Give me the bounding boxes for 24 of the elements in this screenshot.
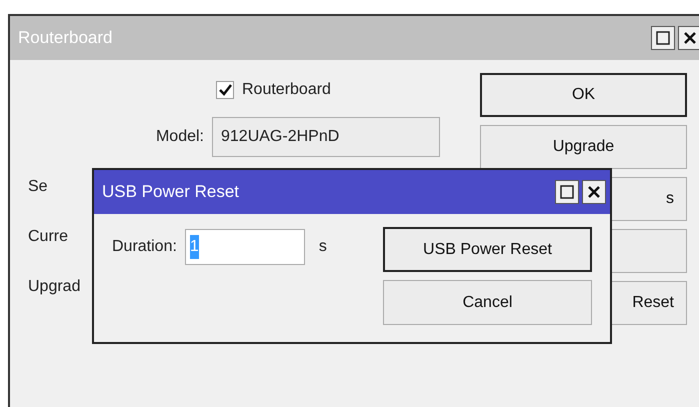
duration-label: Duration:	[112, 237, 177, 257]
close-icon	[684, 32, 696, 44]
dialog-button[interactable]: Upgrade	[480, 125, 687, 169]
window-title: Routerboard	[18, 27, 113, 50]
checkbox-label: Routerboard	[242, 80, 331, 100]
field-label: Se	[28, 177, 48, 197]
close-button[interactable]	[678, 26, 699, 50]
field-label: Model:	[154, 127, 205, 147]
check-icon	[218, 84, 232, 96]
maximize-icon	[560, 185, 574, 199]
checkbox[interactable]	[216, 81, 234, 99]
window-title: USB Power Reset	[102, 181, 239, 204]
close-icon	[588, 186, 600, 198]
maximize-button[interactable]	[555, 180, 579, 204]
maximize-icon	[656, 31, 670, 45]
field-label: Curre	[28, 227, 68, 247]
dialog-button[interactable]: OK	[480, 73, 687, 117]
model-field[interactable]: 912UAG-2HPnD	[212, 117, 440, 157]
dialog-button[interactable]: Cancel	[383, 280, 592, 325]
dialog-button[interactable]: USB Power Reset	[383, 227, 592, 272]
maximize-button[interactable]	[651, 26, 675, 50]
close-button[interactable]	[582, 180, 606, 204]
unit-label: s	[318, 237, 327, 257]
field-label: Upgrad	[28, 277, 80, 297]
